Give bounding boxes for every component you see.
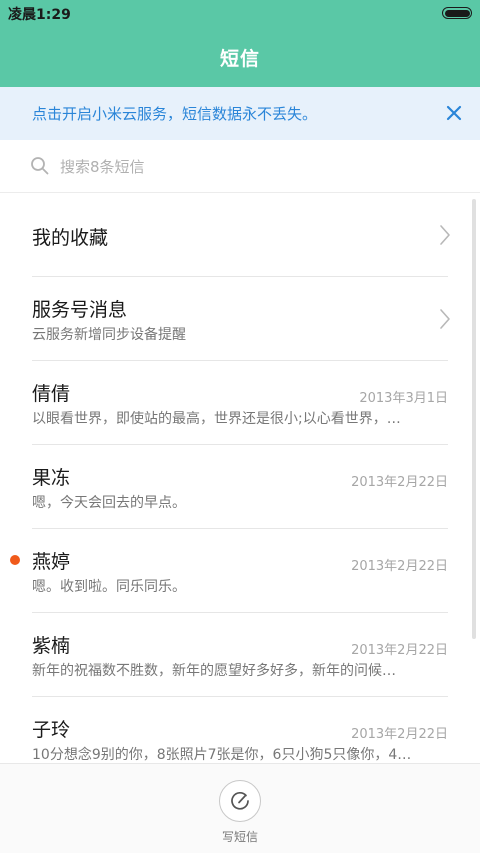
chevron-right-icon [440, 225, 450, 245]
close-icon[interactable] [442, 101, 466, 125]
search-icon [31, 157, 49, 175]
unread-dot [10, 555, 20, 565]
contact-name: 燕婷 [32, 551, 71, 573]
compose-button[interactable] [219, 780, 261, 822]
contact-name: 果冻 [32, 467, 71, 489]
conversation-item[interactable]: 果冻 2013年2月22日 嗯，今天会回去的早点。 [0, 445, 480, 529]
message-preview: 嗯，今天会回去的早点。 [32, 495, 186, 511]
page-title: 短信 [219, 48, 260, 70]
conversation-item[interactable]: 燕婷 2013年2月22日 嗯。收到啦。同乐同乐。 [0, 529, 480, 613]
cloud-service-banner[interactable]: 点击开启小米云服务，短信数据永不丢失。 [0, 87, 480, 140]
contact-name: 紫楠 [32, 635, 71, 657]
sms-screen: 凌晨1:29 短信 点击开启小米云服务，短信数据永不丢失。 我的收藏 [0, 0, 480, 853]
service-subtitle: 云服务新增同步设备提醒 [32, 327, 186, 343]
message-preview: 新年的祝福数不胜数，新年的愿望好多好多，新年的问候… [32, 663, 396, 679]
service-messages-item[interactable]: 服务号消息 云服务新增同步设备提醒 [0, 277, 480, 361]
message-date: 2013年2月22日 [351, 727, 448, 742]
search-input[interactable] [58, 153, 442, 181]
chevron-right-icon [440, 309, 450, 329]
conversation-item[interactable]: 倩倩 2013年3月1日 以眼看世界，即使站的最高，世界还是很小;以心看世界，… [0, 361, 480, 445]
banner-text[interactable]: 点击开启小米云服务，短信数据永不丢失。 [32, 103, 317, 124]
message-date: 2013年2月22日 [351, 643, 448, 658]
favorites-item[interactable]: 我的收藏 [0, 193, 480, 277]
message-preview: 以眼看世界，即使站的最高，世界还是很小;以心看世界，… [32, 411, 401, 427]
conversation-list[interactable]: 我的收藏 服务号消息 云服务新增同步设备提醒 倩倩 2013年3月1日 以眼看世… [0, 193, 480, 763]
battery-level [444, 9, 470, 17]
scrollbar[interactable] [472, 199, 476, 639]
message-preview: 10分想念9别的你，8张照片7张是你，6只小狗5只像你，4… [32, 747, 412, 763]
status-time: 凌晨1:29 [8, 7, 71, 23]
compose-icon [231, 791, 249, 810]
search-bar[interactable] [0, 140, 480, 193]
contact-name: 子玲 [32, 719, 71, 741]
service-title: 服务号消息 [32, 299, 128, 321]
conversation-item[interactable]: 紫楠 2013年2月22日 新年的祝福数不胜数，新年的愿望好多好多，新年的问候… [0, 613, 480, 697]
message-date: 2013年2月22日 [351, 559, 448, 574]
message-preview: 嗯。收到啦。同乐同乐。 [32, 579, 186, 595]
favorites-title: 我的收藏 [32, 227, 109, 249]
message-date: 2013年3月1日 [359, 391, 448, 406]
status-bar: 凌晨1:29 [0, 0, 480, 28]
compose-label: 写短信 [221, 830, 258, 844]
contact-name: 倩倩 [32, 383, 71, 405]
app-header: 短信 [0, 28, 480, 87]
bottom-bar: 写短信 [0, 763, 480, 853]
battery-icon [442, 7, 472, 19]
conversation-item[interactable]: 子玲 2013年2月22日 10分想念9别的你，8张照片7张是你，6只小狗5只像… [0, 697, 480, 763]
message-date: 2013年2月22日 [351, 475, 448, 490]
